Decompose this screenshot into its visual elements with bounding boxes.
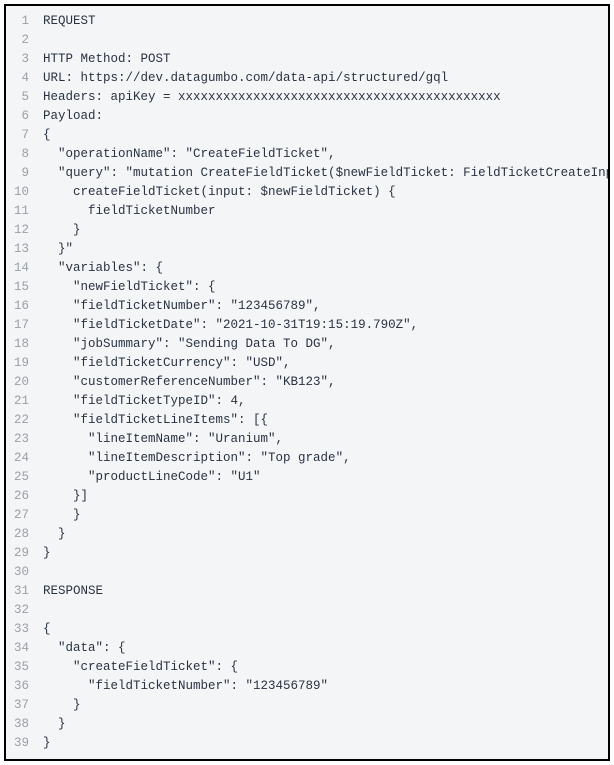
code-line: "productLineCode": "U1" (43, 468, 610, 487)
line-number: 22 (6, 411, 39, 430)
code-line: fieldTicketNumber (43, 202, 610, 221)
line-number: 20 (6, 373, 39, 392)
code-line: "fieldTicketNumber": "123456789" (43, 677, 610, 696)
line-number: 2 (6, 31, 39, 50)
line-number: 13 (6, 240, 39, 259)
line-number: 11 (6, 202, 39, 221)
line-number: 37 (6, 696, 39, 715)
code-line: "operationName": "CreateFieldTicket", (43, 145, 610, 164)
code-line: }] (43, 487, 610, 506)
line-number: 36 (6, 677, 39, 696)
code-line (43, 563, 610, 582)
code-line: "jobSummary": "Sending Data To DG", (43, 335, 610, 354)
code-line: RESPONSE (43, 582, 610, 601)
line-number: 35 (6, 658, 39, 677)
line-number: 8 (6, 145, 39, 164)
line-number: 19 (6, 354, 39, 373)
line-number: 24 (6, 449, 39, 468)
line-number: 34 (6, 639, 39, 658)
line-number: 15 (6, 278, 39, 297)
line-number: 28 (6, 525, 39, 544)
line-number: 4 (6, 69, 39, 88)
line-number: 3 (6, 50, 39, 69)
line-number: 18 (6, 335, 39, 354)
line-number: 12 (6, 221, 39, 240)
code-line: "fieldTicketLineItems": [{ (43, 411, 610, 430)
code-line: "createFieldTicket": { (43, 658, 610, 677)
code-line: createFieldTicket(input: $newFieldTicket… (43, 183, 610, 202)
line-number: 38 (6, 715, 39, 734)
line-number: 23 (6, 430, 39, 449)
code-line: URL: https://dev.datagumbo.com/data-api/… (43, 69, 610, 88)
code-body: 1234567891011121314151617181920212223242… (6, 6, 608, 759)
code-line: "data": { (43, 639, 610, 658)
line-number: 33 (6, 620, 39, 639)
line-number: 7 (6, 126, 39, 145)
code-line: Payload: (43, 107, 610, 126)
code-line: } (43, 696, 610, 715)
code-line: "lineItemDescription": "Top grade", (43, 449, 610, 468)
code-line: "customerReferenceNumber": "KB123", (43, 373, 610, 392)
code-line: }" (43, 240, 610, 259)
code-line: REQUEST (43, 12, 610, 31)
code-line: { (43, 126, 610, 145)
line-number: 5 (6, 88, 39, 107)
code-line: } (43, 221, 610, 240)
line-number-gutter: 1234567891011121314151617181920212223242… (6, 6, 39, 759)
line-number: 9 (6, 164, 39, 183)
code-line: "fieldTicketNumber": "123456789", (43, 297, 610, 316)
line-number: 27 (6, 506, 39, 525)
line-number: 17 (6, 316, 39, 335)
line-number: 6 (6, 107, 39, 126)
line-number: 10 (6, 183, 39, 202)
line-number: 31 (6, 582, 39, 601)
code-line: } (43, 506, 610, 525)
code-line: Headers: apiKey = xxxxxxxxxxxxxxxxxxxxxx… (43, 88, 610, 107)
line-number: 26 (6, 487, 39, 506)
code-line: } (43, 525, 610, 544)
code-content: REQUEST HTTP Method: POSTURL: https://dev… (39, 6, 610, 759)
code-line (43, 601, 610, 620)
code-line: "query": "mutation CreateFieldTicket($ne… (43, 164, 610, 183)
line-number: 25 (6, 468, 39, 487)
code-line: "newFieldTicket": { (43, 278, 610, 297)
line-number: 39 (6, 734, 39, 753)
code-line: { (43, 620, 610, 639)
line-number: 30 (6, 563, 39, 582)
code-line (43, 31, 610, 50)
line-number: 32 (6, 601, 39, 620)
code-line: } (43, 715, 610, 734)
code-panel: 1234567891011121314151617181920212223242… (4, 4, 610, 761)
code-line: "lineItemName": "Uranium", (43, 430, 610, 449)
code-line: "variables": { (43, 259, 610, 278)
code-line: "fieldTicketDate": "2021-10-31T19:15:19.… (43, 316, 610, 335)
code-line: HTTP Method: POST (43, 50, 610, 69)
line-number: 29 (6, 544, 39, 563)
code-line: "fieldTicketCurrency": "USD", (43, 354, 610, 373)
code-line: } (43, 734, 610, 753)
line-number: 16 (6, 297, 39, 316)
line-number: 14 (6, 259, 39, 278)
line-number: 1 (6, 12, 39, 31)
code-line: } (43, 544, 610, 563)
code-line: "fieldTicketTypeID": 4, (43, 392, 610, 411)
line-number: 21 (6, 392, 39, 411)
